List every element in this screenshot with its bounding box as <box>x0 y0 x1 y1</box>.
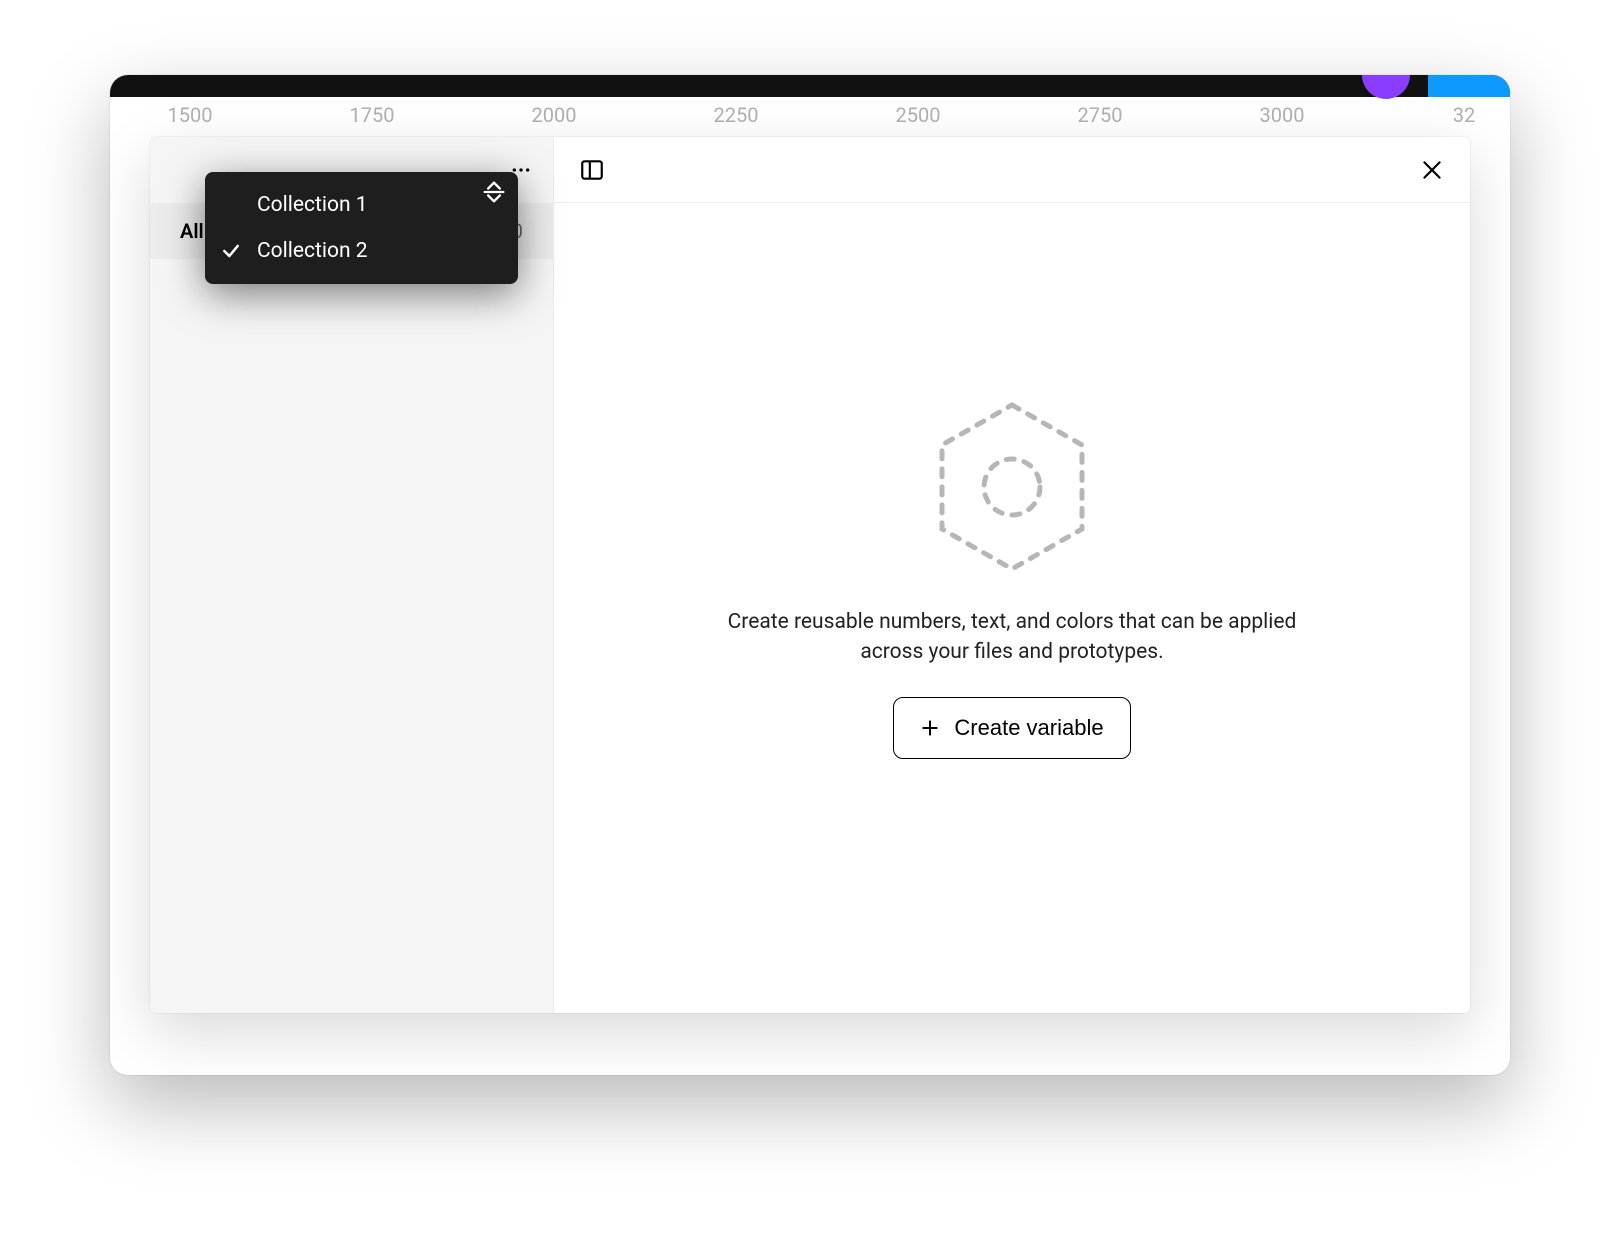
ruler-tick: 2000 <box>532 103 577 127</box>
window-titlebar <box>110 75 1510 97</box>
empty-state: Create reusable numbers, text, and color… <box>554 203 1470 1013</box>
close-panel-button[interactable] <box>1414 152 1450 188</box>
toggle-sidebar-button[interactable] <box>574 152 610 188</box>
plus-icon <box>920 718 940 738</box>
horizontal-ruler: 1500 1750 2000 2250 2500 2750 3000 32 <box>110 97 1510 133</box>
main-header <box>554 137 1470 203</box>
variables-main: Create reusable numbers, text, and color… <box>554 137 1470 1013</box>
reorder-icon[interactable] <box>480 178 508 206</box>
collection-dropdown[interactable]: Collection 1 Collection 2 <box>205 172 518 284</box>
share-button[interactable] <box>1428 75 1510 99</box>
collection-dropdown-item[interactable]: Collection 1 <box>205 182 518 228</box>
empty-state-illustration-icon <box>932 397 1092 577</box>
empty-state-text: Create reusable numbers, text, and color… <box>702 607 1322 668</box>
collection-dropdown-item[interactable]: Collection 2 <box>205 228 518 274</box>
create-variable-button-label: Create variable <box>954 715 1103 741</box>
close-icon <box>1419 157 1445 183</box>
ruler-tick: 32 <box>1453 103 1475 127</box>
panel-left-icon <box>579 157 605 183</box>
check-icon <box>219 239 243 263</box>
create-variable-button[interactable]: Create variable <box>893 697 1130 759</box>
collection-dropdown-item-label: Collection 1 <box>257 193 368 217</box>
ruler-tick: 2500 <box>896 103 941 127</box>
ruler-tick: 1500 <box>168 103 213 127</box>
ruler-tick: 2750 <box>1078 103 1123 127</box>
ruler-tick: 2250 <box>714 103 759 127</box>
ruler-tick: 1750 <box>350 103 395 127</box>
collection-dropdown-item-label: Collection 2 <box>257 239 368 263</box>
ruler-tick: 3000 <box>1260 103 1305 127</box>
variables-panel: Collection 1Collection 2 All variables 0 <box>150 137 1470 1013</box>
app-window: 1500 1750 2000 2250 2500 2750 3000 32 Collectio… <box>110 75 1510 1075</box>
user-avatar[interactable] <box>1362 75 1410 99</box>
check-icon <box>219 193 243 217</box>
